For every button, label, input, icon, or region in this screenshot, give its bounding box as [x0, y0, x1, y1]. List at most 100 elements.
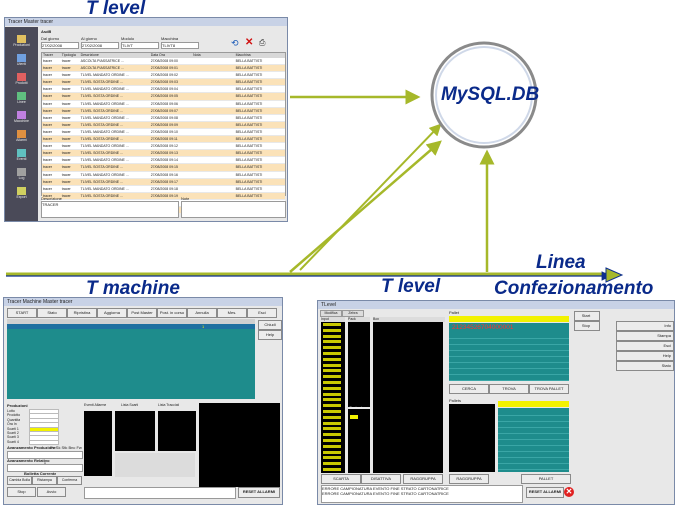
sidebar-item[interactable]: Macchine	[7, 111, 36, 128]
table-row[interactable]: tracertracerTLIVEL SOSTA ORDINE ...27/08…	[42, 121, 285, 129]
table-cell: 27/08/2008 09:18	[150, 186, 178, 191]
filter-input[interactable]: 27/02/2008	[41, 42, 79, 49]
table-cell	[192, 86, 234, 92]
sidebar-item[interactable]: Prodotti	[7, 73, 36, 90]
table-cell: tracer	[43, 59, 52, 63]
table-row[interactable]: tracer tracer ASCOLTA PIASSATRICE ... 27/08…	[42, 58, 285, 66]
toolbar-button[interactable]: Aggiorna	[97, 308, 127, 318]
table-cell: 27/08/2008 09:14	[150, 158, 178, 163]
search-button[interactable]: CERCA	[449, 384, 489, 394]
table-cell: ASCOLTA PIASSATRICE ...	[80, 66, 124, 71]
alarm-close-icon[interactable]: ✕	[564, 487, 574, 497]
sidebar-item[interactable]: Eventi	[7, 149, 36, 166]
window-title: Tracer Machine Master tracer	[4, 298, 282, 306]
tab[interactable]: Modifica	[320, 310, 342, 317]
action-button[interactable]: PALLET	[521, 474, 571, 484]
input-entry	[323, 328, 341, 332]
table-row[interactable]: tracer tracer TLIVEL MANDATO ORDINE ... 27/…	[42, 128, 285, 137]
help-button[interactable]: Help	[258, 330, 282, 340]
table-row[interactable]: tracer tracer TLIVEL MANDATO ORDINE ... 27/…	[42, 100, 285, 108]
side-button[interactable]: Help	[616, 351, 674, 361]
delete-icon[interactable]: ✕	[245, 38, 255, 48]
toolbar-button[interactable]: Esci	[247, 308, 277, 318]
table-row[interactable]: tracer tracer TLIVEL MANDATO ORDINE ... 27/…	[42, 72, 285, 80]
reset-alarms-button[interactable]: RESET ALLARMI	[238, 487, 280, 498]
table-cell: BELLA BATTISTI	[235, 144, 263, 149]
input-entry	[323, 456, 341, 460]
sidebar-item[interactable]: Produzioni	[7, 35, 36, 52]
table-row[interactable]: tracertracerTLIVEL SOSTA ORDINE ...27/08…	[42, 79, 285, 87]
box-column	[373, 317, 443, 473]
filter-input[interactable]: TLIVT	[121, 42, 159, 49]
table-row[interactable]: tracertracerTLIVEL SOSTA ORDINE ...27/08…	[42, 164, 285, 172]
toolbar-button[interactable]: Ripristina	[67, 308, 97, 318]
desc-field[interactable]: TRACER	[41, 201, 179, 218]
bolletta-button[interactable]: Ristampa	[32, 476, 57, 485]
table-cell: 27/08/2008 09:03	[150, 80, 178, 85]
search-buttons: CERCA TROVA TROVA PALLET	[449, 384, 569, 394]
sidebar-item[interactable]: Linee	[7, 92, 36, 109]
options-area	[115, 453, 195, 477]
sidebar-item[interactable]: Export	[7, 187, 36, 204]
table-row[interactable]: tracer tracer TLIVEL MANDATO ORDINE ... 27/…	[42, 171, 285, 179]
toolbar-button[interactable]: Stato	[37, 308, 67, 318]
table-row[interactable]: tracertracerTLIVEL SOSTA ORDINE ...27/08…	[42, 107, 285, 115]
side-button[interactable]: Start	[574, 311, 600, 321]
sidebar-item[interactable]: Allarmi	[7, 130, 36, 147]
side-button[interactable]: Esci	[616, 341, 674, 351]
table-row[interactable]: tracertracerTLIVEL SOSTA ORDINE ...27/08…	[42, 178, 285, 186]
table-row[interactable]: tracer tracer TLIVEL MANDATO ORDINE ... 27/…	[42, 157, 285, 165]
toolbar-button[interactable]: START	[7, 308, 37, 318]
table-cell	[192, 179, 234, 185]
table-cell: tracer	[61, 87, 71, 92]
bottom-button[interactable]: Stop	[7, 487, 36, 497]
right-black-panel	[199, 403, 280, 487]
sidebar-item-label: Allarmi	[16, 138, 27, 142]
table-row[interactable]: tracer tracer TLIVEL MANDATO ORDINE ... 27/…	[42, 86, 285, 94]
reset-alarms-button[interactable]: RESET ALLARMI	[526, 487, 564, 498]
bottom-button[interactable]: Avvio	[37, 487, 66, 497]
app-icon	[17, 35, 26, 43]
side-button[interactable]: Info	[616, 321, 674, 331]
field-label: Scarti 4	[7, 439, 19, 444]
table-row[interactable]: tracertracerTLIVEL SOSTA ORDINE ...27/08…	[42, 93, 285, 101]
pallet-list	[498, 408, 569, 472]
note-field[interactable]	[181, 201, 286, 218]
pallet-input[interactable]	[498, 401, 569, 407]
search-button[interactable]: TROVA	[489, 384, 529, 394]
code-input[interactable]	[449, 316, 569, 322]
action-button[interactable]: SCARTA	[321, 474, 361, 484]
refresh-icon[interactable]: ⟲	[231, 38, 241, 48]
table-row[interactable]: tracer tracer TLIVEL MANDATO ORDINE ... 27/…	[42, 114, 285, 122]
filter-input[interactable]: TLIVT8	[161, 42, 199, 49]
filter-input[interactable]: 27/02/2008	[81, 42, 119, 49]
table-row[interactable]: tracer tracer TLIVEL MANDATO ORDINE ... 27/…	[42, 143, 285, 151]
table-cell: tracer	[61, 122, 71, 127]
side-button[interactable]: Stato	[616, 361, 674, 371]
table-row[interactable]: tracer tracer TLIVEL MANDATO ORDINE ... 27/…	[42, 185, 285, 193]
search-button[interactable]: TROVA PALLET	[529, 384, 569, 394]
action-button[interactable]: DISATTIVA	[361, 474, 401, 484]
table-cell	[192, 101, 234, 107]
pallet-tab: Pallet	[449, 310, 460, 315]
toolbar-button[interactable]: Mes.	[217, 308, 247, 318]
action-button[interactable]: RAGGRUPPA	[403, 474, 443, 484]
sidebar-item-label: Produzioni	[13, 43, 30, 47]
toolbar-button[interactable]: Post Master	[127, 308, 157, 318]
tab[interactable]: Zebra	[342, 310, 364, 317]
close-button[interactable]: Chiudi	[258, 320, 282, 330]
table-row[interactable]: tracertracerTLIVEL SOSTA ORDINE ...27/08…	[42, 136, 285, 144]
toolbar-button[interactable]: Annulla	[187, 308, 217, 318]
side-button[interactable]: Stop	[574, 321, 600, 331]
side-button[interactable]: Stampa	[616, 331, 674, 341]
toolbar-button[interactable]: Post. in corso	[157, 308, 187, 318]
bolletta-button[interactable]: Cambia Bolla	[7, 476, 32, 485]
print-icon[interactable]: ⎙	[259, 38, 269, 48]
table-row[interactable]: tracer tracer ASCOLTA PIASSATRICE ... 27/08…	[42, 65, 285, 73]
table-row[interactable]: tracertracerTLIVEL SOSTA ORDINE ...27/08…	[42, 192, 285, 200]
sidebar-item[interactable]: Utenti	[7, 54, 36, 71]
table-row[interactable]: tracertracerTLIVEL SOSTA ORDINE ...27/08…	[42, 150, 285, 158]
sidebar-item[interactable]: Log	[7, 168, 36, 185]
action-button[interactable]: RAGGRUPPA	[449, 474, 489, 484]
bolletta-button[interactable]: Conferma	[57, 476, 82, 485]
